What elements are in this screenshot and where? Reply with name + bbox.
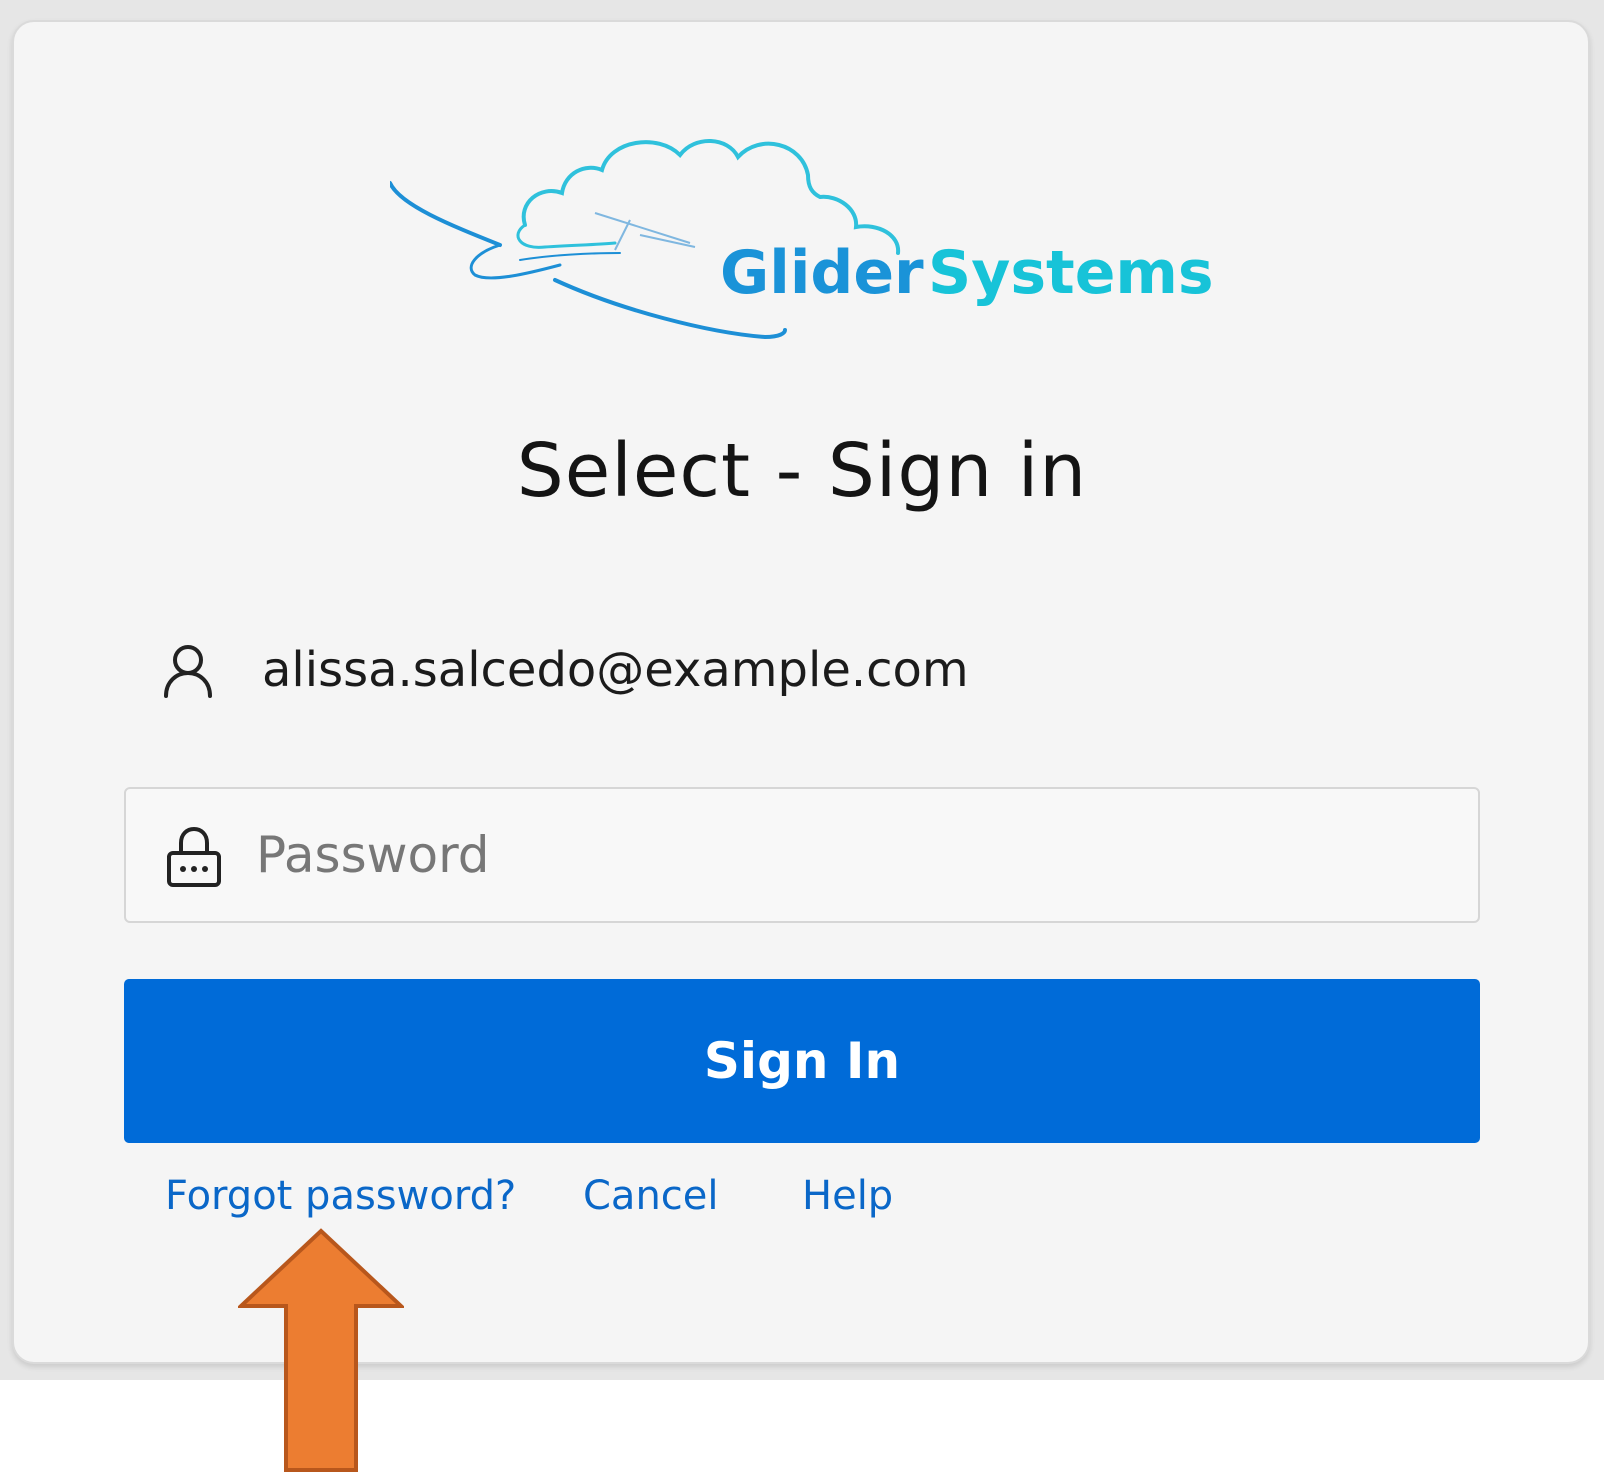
forgot-password-link[interactable]: Forgot password?	[165, 1173, 516, 1219]
logo-text-systems: Systems	[928, 238, 1214, 308]
password-field[interactable]	[124, 787, 1480, 923]
logo-text-glider: Glider	[720, 238, 924, 308]
account-email: alissa.salcedo@example.com	[262, 642, 969, 698]
user-icon	[164, 645, 212, 698]
page-title: Select - Sign in	[516, 428, 1088, 514]
cloud-icon	[521, 139, 901, 255]
glider-systems-logo: Glider Systems	[390, 139, 1214, 340]
lock-icon	[167, 827, 221, 887]
glider-icon	[390, 181, 502, 247]
help-link[interactable]: Help	[802, 1173, 893, 1219]
password-input[interactable]	[256, 809, 1436, 901]
up-arrow-icon	[238, 1228, 404, 1472]
account-row: alissa.salcedo@example.com	[160, 630, 969, 710]
sign-in-button[interactable]: Sign In	[124, 979, 1480, 1143]
cancel-link[interactable]: Cancel	[583, 1173, 719, 1219]
